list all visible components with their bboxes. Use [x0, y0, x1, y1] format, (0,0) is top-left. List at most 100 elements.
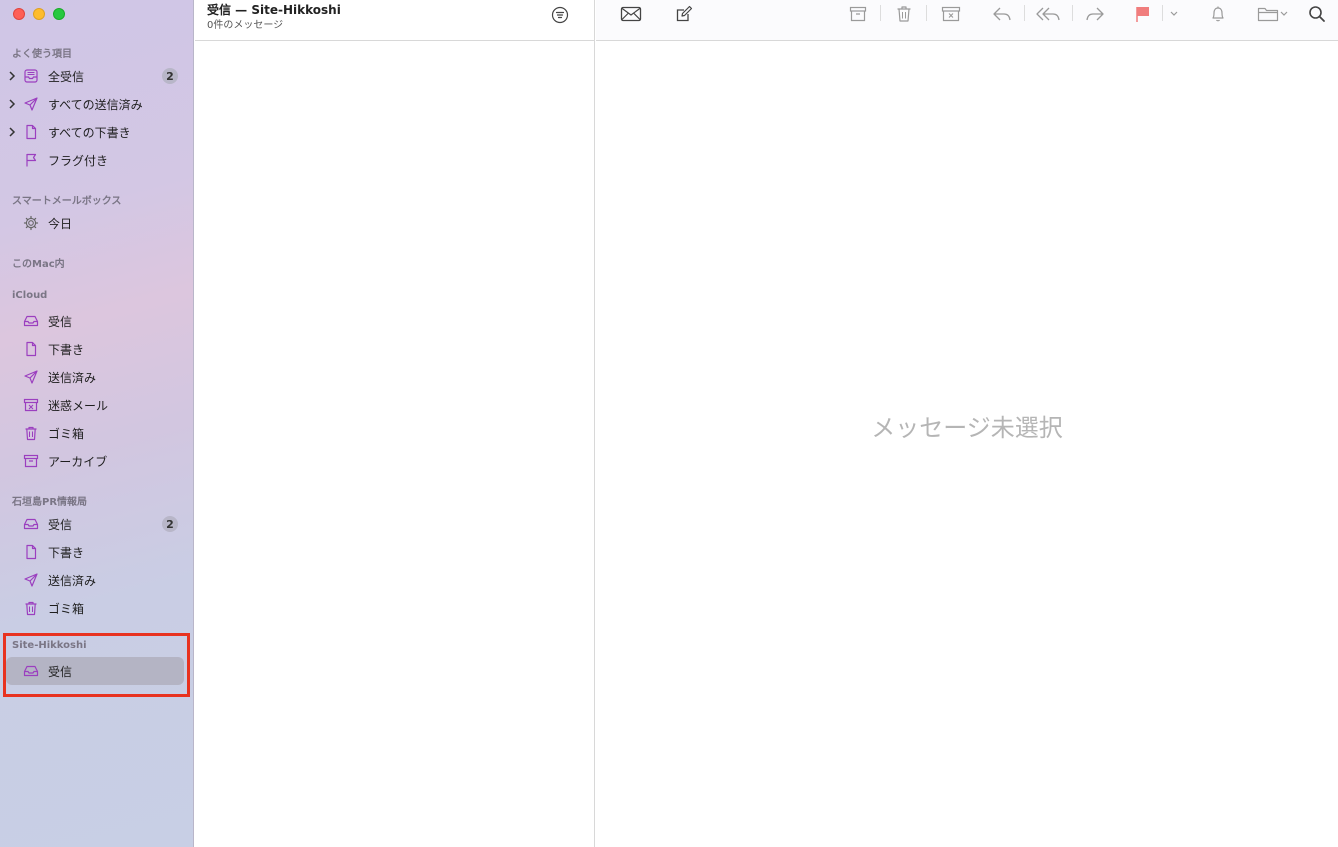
bell-icon: [1212, 6, 1224, 22]
section-ishigaki-title[interactable]: 石垣島PR情報局: [12, 493, 87, 508]
fullscreen-window-button[interactable]: [53, 8, 65, 20]
message-list-pane: 受信 — Site-Hikkoshi 0件のメッセージ: [195, 0, 595, 847]
toolbar: [596, 0, 1338, 41]
message-count: 0件のメッセージ: [207, 20, 284, 31]
reply-all-icon: [1036, 7, 1060, 21]
paper-plane-icon: [22, 368, 40, 386]
sidebar-item-today[interactable]: 今日: [6, 209, 184, 237]
trash-icon: [897, 6, 911, 22]
filter-button[interactable]: [551, 6, 569, 24]
toolbar-separator: [1024, 5, 1025, 21]
document-icon: [22, 340, 40, 358]
chevron-right-icon[interactable]: [8, 99, 18, 109]
trash-icon: [22, 424, 40, 442]
flag-menu-button[interactable]: [1168, 4, 1180, 24]
compose-icon: [676, 5, 693, 22]
toolbar-separator: [926, 5, 927, 21]
document-icon: [22, 123, 40, 141]
trash-icon: [22, 599, 40, 617]
sidebar-item-ishigaki-inbox[interactable]: 受信 2: [6, 510, 184, 538]
sidebar-item-icloud-junk[interactable]: 迷惑メール: [6, 391, 184, 419]
reply-all-button[interactable]: [1036, 4, 1062, 24]
flag-button[interactable]: [1134, 4, 1152, 24]
sidebar-item-label: ゴミ箱: [48, 426, 85, 441]
message-list-header: 受信 — Site-Hikkoshi 0件のメッセージ: [195, 0, 594, 41]
archive-box-icon: [22, 452, 40, 470]
gear-icon: [22, 214, 40, 232]
section-icloud-title[interactable]: iCloud: [12, 290, 47, 301]
sidebar-item-label: 送信済み: [48, 573, 97, 588]
inbox-icon: [22, 312, 40, 330]
minimize-window-button[interactable]: [33, 8, 45, 20]
flag-icon: [22, 151, 40, 169]
notify-button[interactable]: [1208, 4, 1228, 24]
sidebar-item-icloud-sent[interactable]: 送信済み: [6, 363, 184, 391]
sidebar-item-all-inboxes[interactable]: 全受信 2: [6, 62, 184, 90]
sidebar-item-label: 今日: [48, 216, 73, 231]
section-favorites-title: よく使う項目: [12, 49, 72, 60]
paper-plane-icon: [22, 571, 40, 589]
close-window-button[interactable]: [13, 8, 25, 20]
sidebar-item-label: 受信: [48, 517, 73, 532]
chevron-down-icon: [1280, 11, 1288, 16]
section-on-mac-title[interactable]: このMac内: [12, 255, 65, 270]
archive-box-icon: [849, 6, 867, 22]
reply-icon: [993, 7, 1011, 21]
window-controls: [13, 8, 65, 20]
get-mail-button[interactable]: [620, 4, 642, 24]
sidebar-item-icloud-archive[interactable]: アーカイブ: [6, 447, 184, 475]
forward-icon: [1086, 7, 1104, 21]
no-message-selected-text: メッセージ未選択: [871, 414, 1063, 442]
sidebar-item-all-drafts[interactable]: すべての下書き: [6, 118, 184, 146]
sidebar-item-icloud-drafts[interactable]: 下書き: [6, 335, 184, 363]
sidebar-item-flagged[interactable]: フラグ付き: [6, 146, 184, 174]
unread-count-badge: 2: [162, 516, 178, 532]
folder-icon: [1257, 7, 1279, 22]
junk-button[interactable]: [940, 4, 962, 24]
sidebar-item-ishigaki-drafts[interactable]: 下書き: [6, 538, 184, 566]
search-button[interactable]: [1308, 4, 1326, 24]
section-smart-mailboxes-title: スマートメールボックス: [12, 196, 122, 207]
sidebar-item-all-sent[interactable]: すべての送信済み: [6, 90, 184, 118]
chevron-right-icon[interactable]: [8, 71, 18, 81]
sidebar-item-label: 下書き: [48, 342, 85, 357]
search-icon: [1309, 6, 1325, 22]
inbox-icon: [22, 515, 40, 533]
sidebar-item-label: すべての下書き: [48, 125, 131, 140]
sidebar-item-ishigaki-sent[interactable]: 送信済み: [6, 566, 184, 594]
reply-button[interactable]: [991, 4, 1013, 24]
sidebar-item-icloud-inbox[interactable]: 受信: [6, 307, 184, 335]
toolbar-separator: [880, 5, 881, 21]
sidebar-item-label: 受信: [48, 314, 73, 329]
flag-icon: [1136, 7, 1149, 22]
sidebar-item-label: 迷惑メール: [48, 398, 109, 413]
sidebar-item-label: 送信済み: [48, 370, 97, 385]
envelope-icon: [620, 6, 642, 22]
junk-box-icon: [941, 6, 961, 22]
sidebar-item-label: 下書き: [48, 545, 85, 560]
chevron-down-icon: [1170, 11, 1178, 16]
unread-count-badge: 2: [162, 68, 178, 84]
toolbar-separator: [1162, 5, 1163, 21]
compose-button[interactable]: [674, 4, 694, 24]
sidebar-item-label: アーカイブ: [48, 454, 108, 469]
sidebar-item-icloud-trash[interactable]: ゴミ箱: [6, 419, 184, 447]
sidebar-item-ishigaki-trash[interactable]: ゴミ箱: [6, 594, 184, 622]
junk-box-icon: [22, 396, 40, 414]
delete-button[interactable]: [894, 4, 914, 24]
sidebar: よく使う項目 全受信 2 すべての送信済み すべての下書き フラグ付き スマート…: [0, 0, 194, 847]
forward-button[interactable]: [1084, 4, 1106, 24]
sidebar-item-label: ゴミ箱: [48, 601, 85, 616]
highlight-annotation: [3, 633, 190, 697]
filter-icon: [551, 6, 569, 24]
document-icon: [22, 543, 40, 561]
chevron-right-icon[interactable]: [8, 127, 18, 137]
sidebar-item-label: 全受信: [48, 69, 85, 84]
sidebar-item-label: すべての送信済み: [48, 97, 143, 112]
inbox-stack-icon: [22, 67, 40, 85]
paper-plane-icon: [22, 95, 40, 113]
move-to-folder-button[interactable]: [1256, 4, 1290, 24]
archive-button[interactable]: [848, 4, 868, 24]
reading-pane: メッセージ未選択: [596, 0, 1338, 847]
toolbar-separator: [1072, 5, 1073, 21]
